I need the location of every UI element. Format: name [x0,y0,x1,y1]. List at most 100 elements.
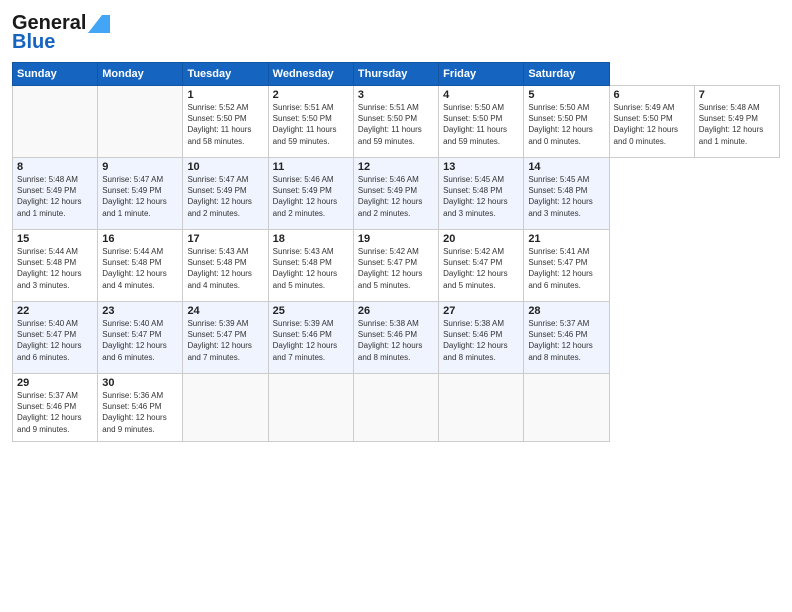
day-number: 21 [528,233,604,245]
day-info: Sunrise: 5:39 AMSunset: 5:47 PMDaylight:… [187,318,263,363]
calendar-header: SundayMondayTuesdayWednesdayThursdayFrid… [13,63,780,86]
calendar-cell: 9Sunrise: 5:47 AMSunset: 5:49 PMDaylight… [98,158,183,230]
day-info: Sunrise: 5:52 AMSunset: 5:50 PMDaylight:… [187,102,263,147]
calendar-cell [439,374,524,442]
day-info: Sunrise: 5:48 AMSunset: 5:49 PMDaylight:… [17,174,93,219]
calendar-cell: 27Sunrise: 5:38 AMSunset: 5:46 PMDayligh… [439,302,524,374]
day-number: 12 [358,161,434,173]
day-info: Sunrise: 5:51 AMSunset: 5:50 PMDaylight:… [358,102,434,147]
day-info: Sunrise: 5:37 AMSunset: 5:46 PMDaylight:… [528,318,604,363]
calendar-cell: 10Sunrise: 5:47 AMSunset: 5:49 PMDayligh… [183,158,268,230]
logo: General Blue [12,12,110,54]
page-header: General Blue [12,12,780,54]
calendar-cell: 23Sunrise: 5:40 AMSunset: 5:47 PMDayligh… [98,302,183,374]
calendar-cell: 14Sunrise: 5:45 AMSunset: 5:48 PMDayligh… [524,158,609,230]
weekday-header: Thursday [353,63,438,86]
day-number: 25 [273,305,349,317]
calendar-cell: 4Sunrise: 5:50 AMSunset: 5:50 PMDaylight… [439,86,524,158]
calendar-cell: 5Sunrise: 5:50 AMSunset: 5:50 PMDaylight… [524,86,609,158]
day-info: Sunrise: 5:49 AMSunset: 5:50 PMDaylight:… [614,102,690,147]
day-info: Sunrise: 5:41 AMSunset: 5:47 PMDaylight:… [528,246,604,291]
day-info: Sunrise: 5:37 AMSunset: 5:46 PMDaylight:… [17,390,93,435]
day-info: Sunrise: 5:45 AMSunset: 5:48 PMDaylight:… [443,174,519,219]
day-number: 10 [187,161,263,173]
day-number: 27 [443,305,519,317]
calendar-cell: 19Sunrise: 5:42 AMSunset: 5:47 PMDayligh… [353,230,438,302]
calendar-cell: 29Sunrise: 5:37 AMSunset: 5:46 PMDayligh… [13,374,98,442]
calendar-cell: 18Sunrise: 5:43 AMSunset: 5:48 PMDayligh… [268,230,353,302]
day-info: Sunrise: 5:39 AMSunset: 5:46 PMDaylight:… [273,318,349,363]
calendar-cell: 6Sunrise: 5:49 AMSunset: 5:50 PMDaylight… [609,86,694,158]
calendar-cell: 12Sunrise: 5:46 AMSunset: 5:49 PMDayligh… [353,158,438,230]
day-number: 17 [187,233,263,245]
day-info: Sunrise: 5:42 AMSunset: 5:47 PMDaylight:… [443,246,519,291]
calendar-cell: 20Sunrise: 5:42 AMSunset: 5:47 PMDayligh… [439,230,524,302]
weekday-header: Monday [98,63,183,86]
day-number: 7 [699,89,775,101]
calendar-cell [98,86,183,158]
day-number: 26 [358,305,434,317]
calendar-cell: 3Sunrise: 5:51 AMSunset: 5:50 PMDaylight… [353,86,438,158]
day-number: 11 [273,161,349,173]
calendar-page: General Blue SundayMondayTuesdayWednesda… [0,0,792,612]
calendar-week-row: 22Sunrise: 5:40 AMSunset: 5:47 PMDayligh… [13,302,780,374]
day-number: 3 [358,89,434,101]
day-number: 8 [17,161,93,173]
calendar-cell: 26Sunrise: 5:38 AMSunset: 5:46 PMDayligh… [353,302,438,374]
day-number: 30 [102,377,178,389]
weekday-header: Saturday [524,63,609,86]
calendar-week-row: 8Sunrise: 5:48 AMSunset: 5:49 PMDaylight… [13,158,780,230]
calendar-cell: 11Sunrise: 5:46 AMSunset: 5:49 PMDayligh… [268,158,353,230]
calendar-cell: 24Sunrise: 5:39 AMSunset: 5:47 PMDayligh… [183,302,268,374]
day-info: Sunrise: 5:51 AMSunset: 5:50 PMDaylight:… [273,102,349,147]
calendar-cell [13,86,98,158]
day-number: 14 [528,161,604,173]
day-info: Sunrise: 5:50 AMSunset: 5:50 PMDaylight:… [443,102,519,147]
calendar-cell: 21Sunrise: 5:41 AMSunset: 5:47 PMDayligh… [524,230,609,302]
day-info: Sunrise: 5:48 AMSunset: 5:49 PMDaylight:… [699,102,775,147]
calendar-cell [183,374,268,442]
day-info: Sunrise: 5:38 AMSunset: 5:46 PMDaylight:… [443,318,519,363]
calendar-cell: 30Sunrise: 5:36 AMSunset: 5:46 PMDayligh… [98,374,183,442]
day-number: 20 [443,233,519,245]
day-number: 18 [273,233,349,245]
calendar-cell: 15Sunrise: 5:44 AMSunset: 5:48 PMDayligh… [13,230,98,302]
calendar-cell [524,374,609,442]
day-info: Sunrise: 5:38 AMSunset: 5:46 PMDaylight:… [358,318,434,363]
logo-icon [88,15,110,33]
day-info: Sunrise: 5:40 AMSunset: 5:47 PMDaylight:… [17,318,93,363]
calendar-table: SundayMondayTuesdayWednesdayThursdayFrid… [12,62,780,442]
day-info: Sunrise: 5:43 AMSunset: 5:48 PMDaylight:… [187,246,263,291]
day-info: Sunrise: 5:42 AMSunset: 5:47 PMDaylight:… [358,246,434,291]
weekday-header: Sunday [13,63,98,86]
day-info: Sunrise: 5:40 AMSunset: 5:47 PMDaylight:… [102,318,178,363]
day-number: 19 [358,233,434,245]
day-number: 9 [102,161,178,173]
calendar-week-row: 1Sunrise: 5:52 AMSunset: 5:50 PMDaylight… [13,86,780,158]
calendar-week-row: 15Sunrise: 5:44 AMSunset: 5:48 PMDayligh… [13,230,780,302]
day-info: Sunrise: 5:47 AMSunset: 5:49 PMDaylight:… [187,174,263,219]
day-number: 29 [17,377,93,389]
day-info: Sunrise: 5:46 AMSunset: 5:49 PMDaylight:… [273,174,349,219]
day-info: Sunrise: 5:44 AMSunset: 5:48 PMDaylight:… [102,246,178,291]
calendar-cell: 13Sunrise: 5:45 AMSunset: 5:48 PMDayligh… [439,158,524,230]
day-number: 28 [528,305,604,317]
calendar-cell: 1Sunrise: 5:52 AMSunset: 5:50 PMDaylight… [183,86,268,158]
day-number: 22 [17,305,93,317]
day-number: 6 [614,89,690,101]
weekday-header: Wednesday [268,63,353,86]
calendar-cell: 25Sunrise: 5:39 AMSunset: 5:46 PMDayligh… [268,302,353,374]
day-number: 23 [102,305,178,317]
day-info: Sunrise: 5:45 AMSunset: 5:48 PMDaylight:… [528,174,604,219]
calendar-cell: 28Sunrise: 5:37 AMSunset: 5:46 PMDayligh… [524,302,609,374]
calendar-cell: 22Sunrise: 5:40 AMSunset: 5:47 PMDayligh… [13,302,98,374]
calendar-cell: 8Sunrise: 5:48 AMSunset: 5:49 PMDaylight… [13,158,98,230]
weekday-header: Tuesday [183,63,268,86]
calendar-cell: 2Sunrise: 5:51 AMSunset: 5:50 PMDaylight… [268,86,353,158]
day-number: 13 [443,161,519,173]
day-info: Sunrise: 5:36 AMSunset: 5:46 PMDaylight:… [102,390,178,435]
day-info: Sunrise: 5:50 AMSunset: 5:50 PMDaylight:… [528,102,604,147]
day-info: Sunrise: 5:47 AMSunset: 5:49 PMDaylight:… [102,174,178,219]
weekday-header: Friday [439,63,524,86]
day-number: 24 [187,305,263,317]
